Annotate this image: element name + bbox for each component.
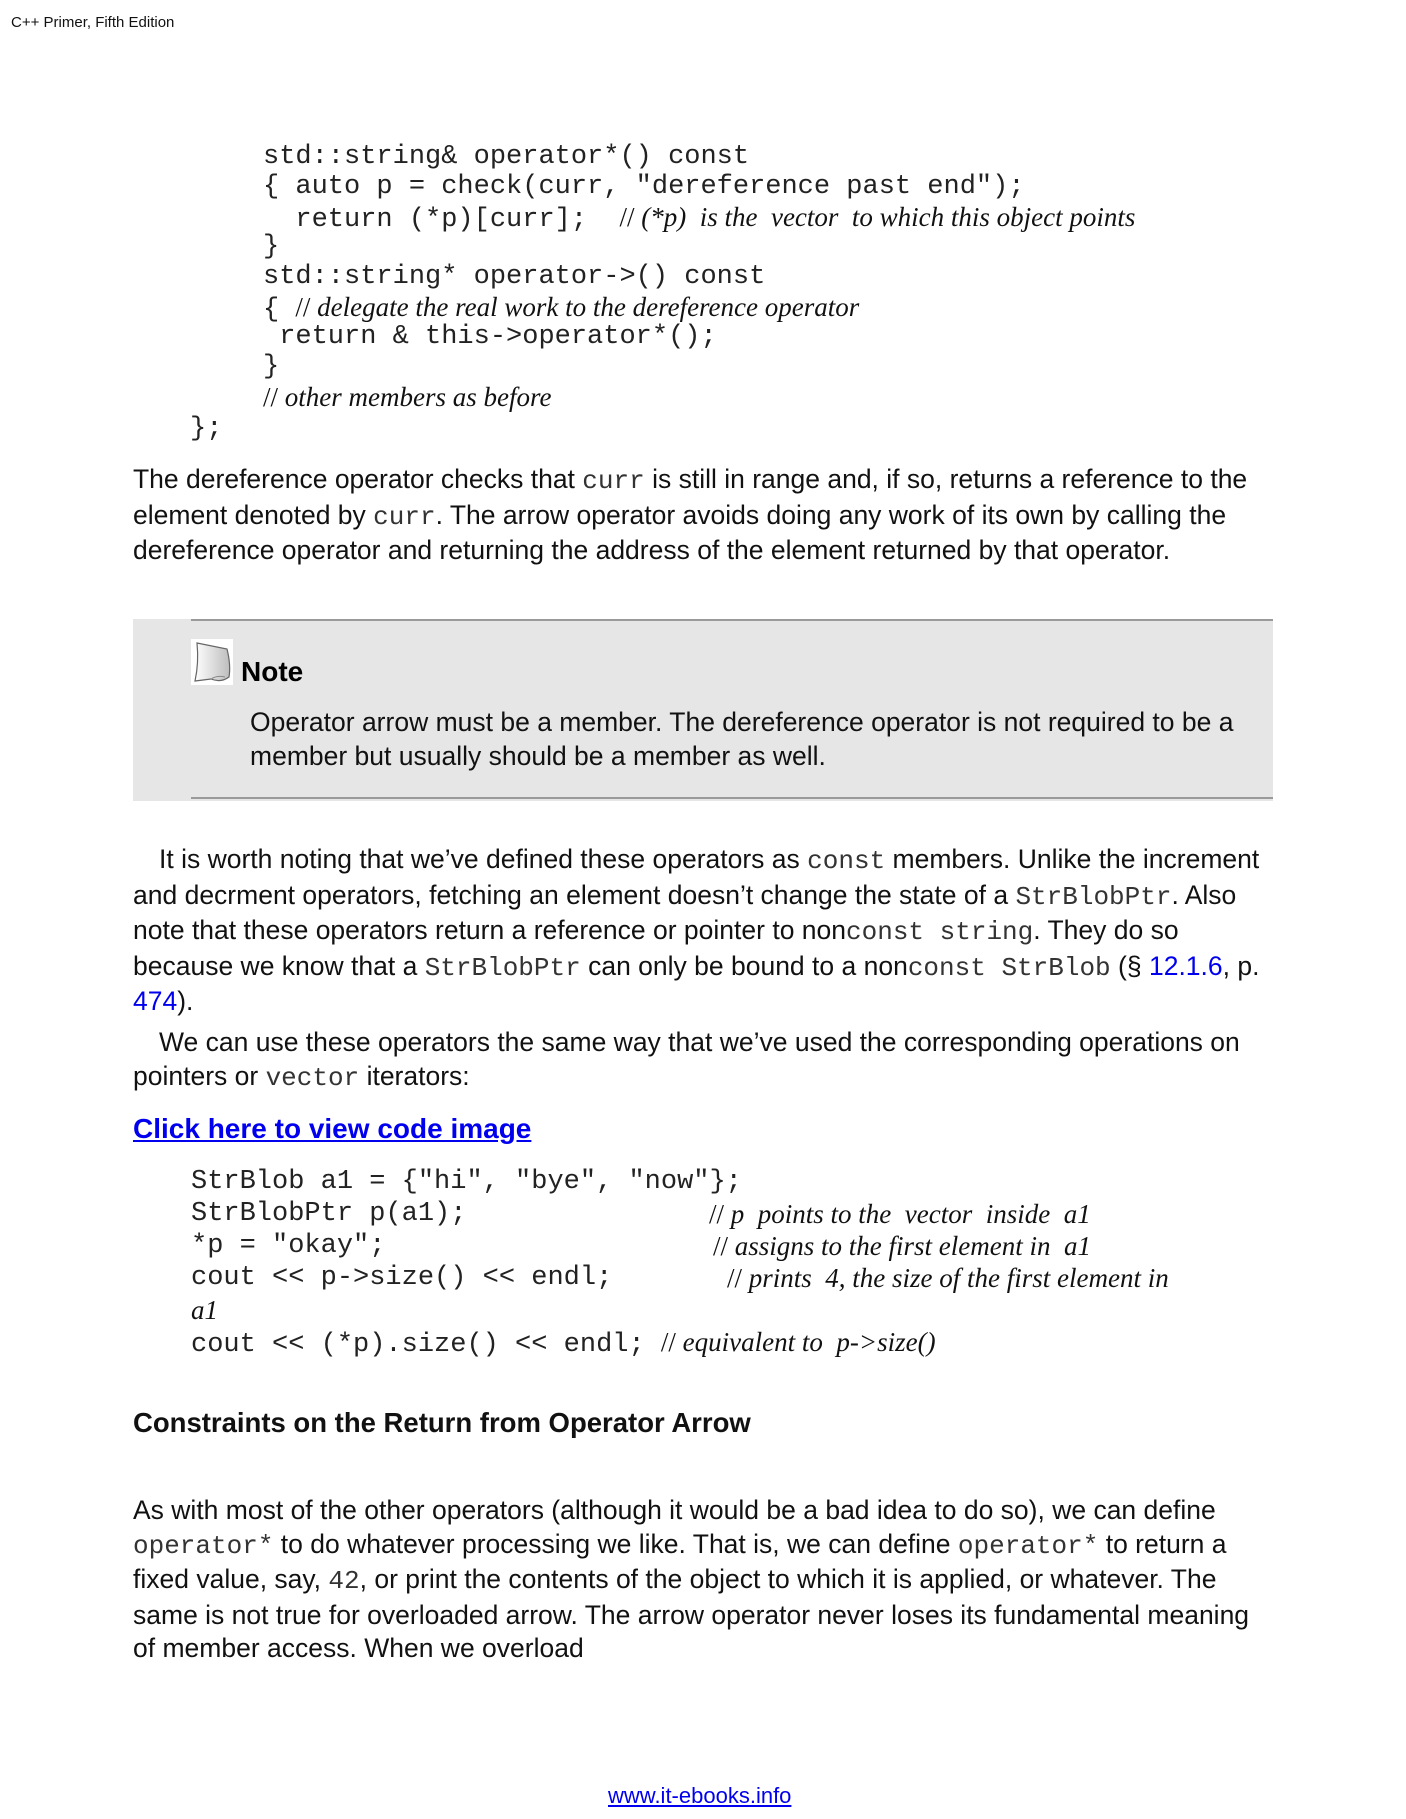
note-divider-top (191, 619, 1273, 621)
text-run: iterators: (359, 1060, 470, 1091)
code-text: { auto p = check(curr, "dereference past… (263, 172, 1025, 202)
code-text: return (*p)[curr]; (263, 205, 620, 235)
comment-marker: // (263, 382, 279, 412)
section-heading: Constraints on the Return from Operator … (133, 1407, 751, 1438)
code-line: // other members as before (263, 382, 551, 415)
comment-marker: // (727, 1263, 743, 1293)
comment-marker: // (619, 202, 635, 232)
inline-code: vector (265, 1062, 360, 1093)
code-comment: a1 (191, 1295, 218, 1325)
code-comment: equivalent to p->size() (675, 1327, 936, 1357)
inline-code: const (807, 846, 886, 876)
code-text: { (263, 295, 296, 325)
inline-code: StrBlobPtr (424, 952, 581, 983)
code-line: *p = "okay"; // assigns to the first elem… (191, 1231, 1091, 1261)
comment-marker: // (295, 292, 311, 322)
code-text: StrBlobPtr p(a1); (191, 1199, 467, 1229)
note-text: Operator arrow must be a member. The der… (250, 707, 1234, 771)
code-line: { auto p = check(curr, "dereference past… (263, 172, 1025, 202)
code-text: *p = "okay"; (191, 1231, 386, 1261)
view-code-image-link[interactable]: Click here to view code image (133, 1113, 531, 1145)
code-line: a1 (191, 1295, 218, 1328)
code-line: std::string* operator->() const (263, 262, 765, 292)
code-text: cout << (*p).size() << endl; (191, 1330, 661, 1360)
code-comment: other members as before (278, 382, 552, 412)
inline-code: const StrBlob (907, 952, 1111, 983)
code-text: cout << p->size() << endl; (191, 1263, 613, 1293)
code-text: std::string* operator->() const (263, 262, 766, 292)
text-run: The dereference operator checks that (133, 464, 583, 494)
note-title: Note (241, 656, 304, 687)
code-comment: delegate the real work to the dereferenc… (310, 292, 860, 322)
code-comment: assigns to the first element in a1 (728, 1231, 1091, 1261)
section-reference-link[interactable]: 12.1.6 (1149, 951, 1223, 981)
comment-marker: // (713, 1231, 729, 1261)
running-header: C++ Primer, Fifth Edition (11, 14, 175, 31)
inline-code: curr (373, 501, 436, 532)
code-line: }; (190, 414, 222, 444)
code-line: cout << (*p).size() << endl; // equivale… (191, 1327, 936, 1360)
comment-marker: // (709, 1199, 725, 1229)
comment-marker: // (660, 1327, 676, 1357)
text-run: As with most of the other operators (alt… (133, 1495, 1216, 1525)
code-line: } (263, 352, 279, 382)
text-run: (§ (1110, 950, 1149, 981)
text-run: , p. (1222, 950, 1260, 981)
code-line: std::string& operator*() const (263, 142, 749, 172)
page-reference-link[interactable]: 474 (133, 986, 177, 1016)
paragraph: We can use these operators the same way … (133, 1026, 1273, 1095)
code-text: }; (190, 414, 223, 444)
note-divider-bottom (191, 797, 1273, 799)
inline-code: curr (582, 466, 645, 496)
code-line: cout << p->size() << endl; // prints 4, t… (191, 1263, 1169, 1293)
text-run: It is worth noting that we’ve defined th… (159, 844, 808, 874)
text-run: ). (177, 986, 194, 1016)
inline-code: StrBlobPtr (1015, 881, 1172, 912)
footer-site-link[interactable]: www.it-ebooks.info (608, 1783, 791, 1809)
inline-code: const string (846, 917, 1034, 947)
code-text: std::string& operator*() const (263, 142, 750, 172)
code-line: return (*p)[curr]; // (*p) is the vector… (263, 202, 1135, 235)
text-run: to do whatever processing we like. That … (273, 1528, 958, 1559)
note-page-icon (191, 639, 233, 685)
code-comment: (*p) is the vector to which this object … (634, 202, 1136, 232)
paragraph: The dereference operator checks that cur… (133, 463, 1273, 568)
code-line: } (263, 232, 279, 262)
code-line: return & this->operator*(); (263, 322, 717, 352)
code-line: StrBlobPtr p(a1); // p points to the vect… (191, 1199, 1091, 1229)
code-line: StrBlob a1 = {"hi", "bye", "now"}; (191, 1167, 742, 1197)
text-run: can only be bound to a non (580, 950, 908, 981)
code-text: } (263, 232, 280, 262)
paragraph: It is worth noting that we’ve defined th… (133, 843, 1273, 1019)
inline-code: operator* (133, 1530, 274, 1561)
code-line: { // delegate the real work to the deref… (263, 292, 859, 325)
code-comment: prints 4, the size of the first element … (742, 1263, 1169, 1293)
code-text: } (263, 352, 280, 382)
inline-code: 42 (328, 1566, 360, 1596)
code-text: return & this->operator*(); (263, 322, 717, 352)
code-comment: p points to the vector inside a1 (724, 1199, 1091, 1229)
inline-code: operator* (957, 1530, 1099, 1561)
paragraph: As with most of the other operators (alt… (133, 1494, 1273, 1666)
code-text: StrBlob a1 = {"hi", "bye", "now"}; (191, 1167, 742, 1197)
